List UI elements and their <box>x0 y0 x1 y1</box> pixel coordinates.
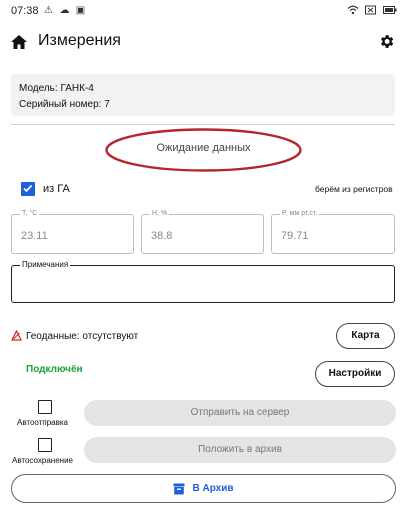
page-title: Измерения <box>38 32 121 49</box>
cloud-icon: ☁ <box>59 5 70 16</box>
auto-save-label: Автосохранение <box>12 456 73 465</box>
alert-icon: ⚠ <box>44 5 53 16</box>
map-button[interactable]: Карта <box>336 323 395 349</box>
status-icons-left: ⚠ ☁ ▣ <box>43 5 86 16</box>
battery-x-icon <box>365 5 376 15</box>
pressure-value: 79.71 <box>281 230 309 242</box>
archive-button[interactable]: В Архив <box>11 474 396 503</box>
notes-field[interactable]: Примечания <box>11 260 395 303</box>
pressure-label: P, мм рт.ст. <box>280 210 320 217</box>
device-serial: Серийный номер: 7 <box>19 99 110 110</box>
gear-icon[interactable] <box>378 33 395 50</box>
send-to-server-button[interactable]: Отправить на сервер <box>84 400 396 426</box>
home-icon[interactable] <box>10 34 28 50</box>
divider <box>11 124 395 125</box>
register-note: берём из регистров <box>315 184 393 194</box>
pressure-field[interactable]: P, мм рт.ст. 79.71 <box>271 210 395 254</box>
source-checkbox[interactable] <box>21 182 35 196</box>
app-bar: Измерения <box>0 26 407 58</box>
status-icons-right <box>347 5 397 15</box>
battery-icon <box>383 6 397 14</box>
temperature-label: T, °C <box>20 210 40 217</box>
wifi-icon <box>347 5 359 15</box>
notes-label: Примечания <box>20 260 71 269</box>
status-bar: 07:38 ⚠ ☁ ▣ <box>0 0 407 22</box>
device-model: Модель: ГАНК-4 <box>19 83 94 94</box>
temperature-field[interactable]: T, °C 23.11 <box>11 210 134 254</box>
connection-status: Подключён <box>26 364 83 375</box>
humidity-label: H, % <box>150 210 170 217</box>
settings-button[interactable]: Настройки <box>315 361 395 387</box>
archive-button-label: В Архив <box>192 483 234 494</box>
auto-save-checkbox[interactable] <box>38 438 52 452</box>
warning-icon <box>11 330 22 341</box>
humidity-field[interactable]: H, % 38.8 <box>141 210 264 254</box>
temperature-value: 23.11 <box>21 230 48 242</box>
status-time: 07:38 <box>11 5 39 17</box>
square-icon: ▣ <box>75 5 86 16</box>
device-info-card: Модель: ГАНК-4 Серийный номер: 7 <box>11 74 395 116</box>
status-message: Ожидание данных <box>156 142 251 154</box>
auto-send-checkbox[interactable] <box>38 400 52 414</box>
source-checkbox-label: из ГА <box>43 183 70 195</box>
archive-icon <box>173 483 185 494</box>
auto-send-label: Автоотправка <box>17 418 68 427</box>
geo-status: Геоданные: отсутствуют <box>26 331 139 342</box>
humidity-value: 38.8 <box>151 230 173 242</box>
save-to-archive-button[interactable]: Положить в архив <box>84 437 396 463</box>
